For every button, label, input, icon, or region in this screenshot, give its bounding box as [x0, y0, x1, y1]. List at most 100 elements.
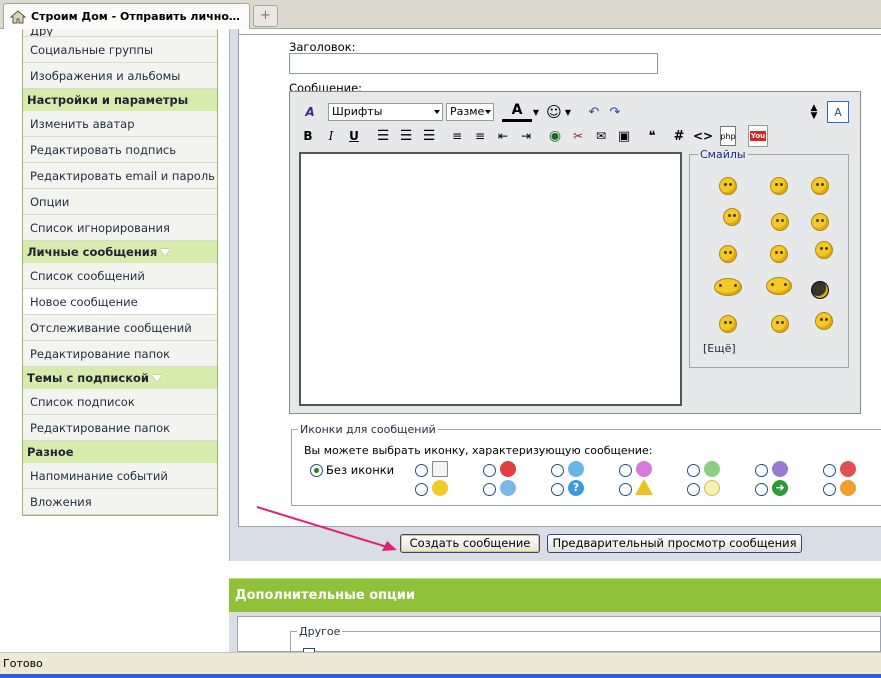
text-color-icon[interactable]: A: [502, 101, 532, 122]
smiley-icon[interactable]: [811, 213, 829, 231]
sidebar-heading-subscriptions[interactable]: Темы с подпиской: [23, 367, 217, 389]
sidebar-item-edit-folders[interactable]: Редактирование папок: [23, 341, 217, 367]
align-left-icon[interactable]: ☰: [374, 126, 392, 146]
sidebar-item-edit-signature[interactable]: Редактировать подпись: [23, 137, 217, 163]
remove-link-icon[interactable]: ✂: [569, 126, 587, 146]
undo-icon[interactable]: ↶: [587, 102, 601, 122]
post-icon-radio[interactable]: [755, 464, 768, 477]
browser-tab[interactable]: Строим Дом - Отправить личное со...: [3, 3, 250, 29]
post-icon-radio[interactable]: [415, 483, 428, 496]
smiley-icon[interactable]: [766, 277, 792, 295]
smiley-icon[interactable]: [811, 281, 829, 299]
post-icon-radio[interactable]: [755, 483, 768, 496]
indent-icon[interactable]: ⇥: [517, 126, 535, 146]
post-icon-radio[interactable]: [619, 483, 632, 496]
no-icon-radio[interactable]: [310, 464, 323, 477]
font-select[interactable]: Шрифты: [328, 103, 443, 121]
smiley-icon[interactable]: [771, 213, 789, 231]
smiley-icon[interactable]: [815, 241, 833, 259]
post-icon-radio[interactable]: [823, 464, 836, 477]
sidebar-item-options[interactable]: Опции: [23, 189, 217, 215]
outdent-icon[interactable]: ⇤: [494, 126, 512, 146]
create-message-button[interactable]: Создать сообщение: [400, 534, 540, 553]
sidebar-item-message-tracking[interactable]: Отслеживание сообщений: [23, 315, 217, 341]
sidebar-heading-pm[interactable]: Личные сообщения: [23, 241, 217, 263]
code-icon[interactable]: <>: [693, 126, 713, 146]
lightbulb-icon: [704, 480, 720, 496]
ordered-list-icon[interactable]: ≡: [448, 126, 466, 146]
post-icon-radio[interactable]: [551, 464, 564, 477]
collapse-triangle-icon[interactable]: [160, 249, 171, 256]
sidebar-item-change-avatar[interactable]: Изменить аватар: [23, 111, 217, 137]
smiley-icon[interactable]: [770, 177, 788, 195]
smilies-more-link[interactable]: [Ещё]: [703, 342, 736, 355]
unordered-list-icon[interactable]: ≡: [471, 126, 489, 146]
sidebar-item-message-list[interactable]: Список сообщений: [23, 263, 217, 289]
post-icon-radio[interactable]: [551, 483, 564, 496]
status-text: Готово: [3, 657, 43, 670]
message-textarea[interactable]: [299, 152, 682, 406]
collapse-triangle-icon[interactable]: [152, 375, 162, 382]
smiley-insert-icon[interactable]: ☺: [544, 102, 564, 122]
cool-icon: [500, 480, 516, 496]
sidebar-item-edit-email[interactable]: Редактировать email и пароль: [23, 163, 217, 189]
title-input[interactable]: [289, 53, 658, 74]
bold-icon[interactable]: B: [300, 126, 316, 146]
hash-icon[interactable]: #: [672, 126, 686, 146]
underline-icon[interactable]: U: [346, 126, 362, 146]
dropdown-arrow-icon[interactable]: ▼: [564, 102, 572, 122]
sidebar-item-albums[interactable]: Изображения и альбомы: [23, 63, 217, 89]
smiley-icon[interactable]: [815, 312, 833, 330]
sidebar-item-partial[interactable]: Дру: [23, 29, 217, 37]
insert-image-icon[interactable]: ▣: [615, 126, 633, 146]
new-tab-button[interactable]: +: [253, 5, 278, 27]
youtube-icon[interactable]: You: [748, 125, 768, 147]
sidebar-item-attachments[interactable]: Вложения: [23, 489, 217, 515]
smiley-icon[interactable]: [719, 315, 737, 333]
sidebar-heading-misc: Разное: [23, 441, 217, 463]
align-center-icon[interactable]: ☰: [397, 126, 415, 146]
italic-icon[interactable]: I: [323, 126, 339, 146]
status-bar: Готово: [0, 652, 881, 678]
dropdown-arrow-icon: [485, 110, 491, 114]
sidebar-item-new-message[interactable]: Новое сообщение: [23, 289, 217, 315]
warning-icon: [635, 479, 653, 495]
resize-editor-icon[interactable]: ▲ ▼: [810, 102, 818, 122]
document-icon: [432, 461, 448, 477]
redo-icon[interactable]: ↷: [608, 102, 622, 122]
php-icon[interactable]: php: [720, 126, 736, 146]
sidebar-item-edit-folders-subs[interactable]: Редактирование папок: [23, 415, 217, 441]
post-icons-prompt: Вы можете выбрать иконку, характеризующу…: [304, 444, 653, 457]
sidebar-item-ignore-list[interactable]: Список игнорирования: [23, 215, 217, 241]
smilies-legend: Смайлы: [698, 148, 748, 161]
quote-icon[interactable]: ❝: [643, 126, 661, 146]
post-icon-radio[interactable]: [483, 464, 496, 477]
align-right-icon[interactable]: ☰: [420, 126, 438, 146]
smiley-icon[interactable]: [811, 177, 829, 195]
post-icon-radio[interactable]: [687, 483, 700, 496]
additional-options-section: Дополнительные опции Другое: [229, 578, 881, 661]
smiley-icon[interactable]: [771, 315, 789, 333]
smiley-icon[interactable]: [719, 177, 737, 195]
remove-format-icon[interactable]: A: [300, 102, 320, 122]
size-select[interactable]: Разме: [446, 103, 494, 121]
post-icon-radio[interactable]: [687, 464, 700, 477]
post-icon-radio[interactable]: [823, 483, 836, 496]
switch-editor-mode-icon[interactable]: A: [827, 101, 849, 123]
font-select-value: Шрифты: [332, 105, 383, 118]
dropdown-arrow-icon[interactable]: ▼: [532, 102, 540, 122]
sidebar-item-subscription-list[interactable]: Список подписок: [23, 389, 217, 415]
post-icon-radio[interactable]: [483, 483, 496, 496]
smiley-icon[interactable]: [770, 245, 788, 263]
sidebar-item-social-groups[interactable]: Социальные группы: [23, 37, 217, 63]
insert-email-icon[interactable]: ✉: [592, 126, 610, 146]
post-icon-radio[interactable]: [415, 464, 428, 477]
smiley-icon[interactable]: [714, 278, 742, 296]
post-icon-radio[interactable]: [619, 464, 632, 477]
smiley-icon[interactable]: [723, 208, 741, 226]
sidebar-item-event-reminders[interactable]: Напоминание событий: [23, 463, 217, 489]
insert-link-icon[interactable]: ◉: [546, 126, 564, 146]
preview-message-button[interactable]: Предварительный просмотр сообщения: [547, 534, 802, 553]
user-cp-sidebar: Дру Социальные группы Изображения и альб…: [22, 29, 218, 516]
smiley-icon[interactable]: [719, 245, 737, 263]
